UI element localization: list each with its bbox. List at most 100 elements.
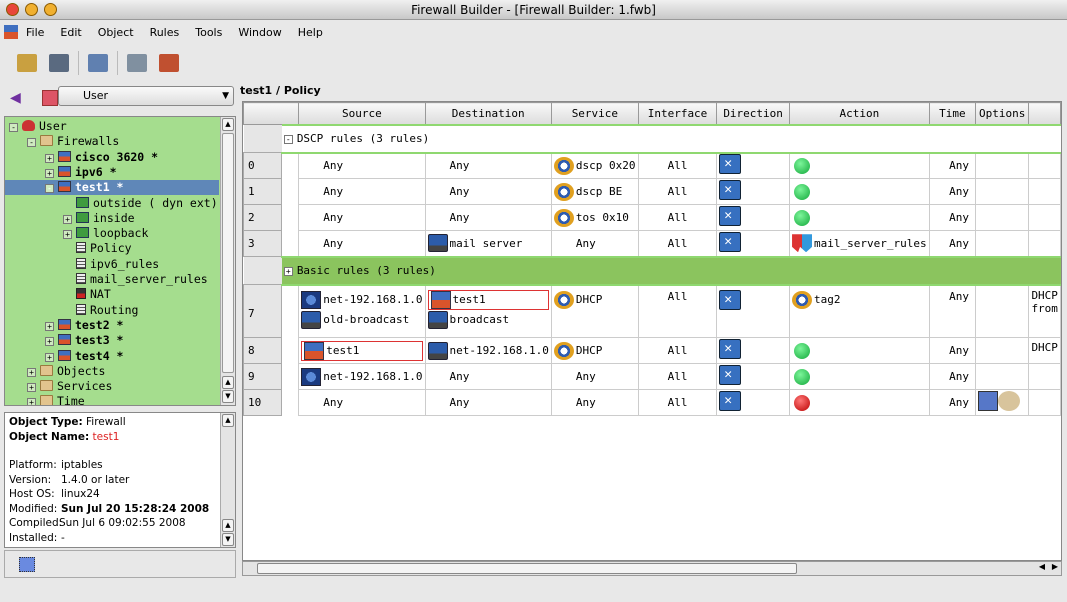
tree-item[interactable]: + Time [27, 394, 85, 405]
rule-group-header[interactable]: - DSCP rules (3 rules) [281, 123, 1061, 154]
options-cell[interactable] [975, 204, 1030, 231]
expand-icon[interactable]: + [27, 383, 36, 393]
rule-row[interactable]: 3Anymail serverAnyAllmail_server_rulesAn… [243, 230, 1061, 257]
comment-cell[interactable] [1028, 230, 1061, 257]
expand-icon[interactable]: + [63, 214, 72, 224]
action-cell[interactable] [789, 152, 930, 179]
interface-cell[interactable]: All [637, 152, 718, 179]
time-cell[interactable]: Any [928, 337, 977, 364]
tree-item[interactable]: ipv6_rules [63, 257, 159, 272]
expand-icon[interactable]: + [63, 230, 72, 240]
tree-item[interactable]: + test2 * [45, 318, 123, 333]
options-cell[interactable] [975, 178, 1030, 205]
rule-object[interactable]: Any [428, 182, 549, 202]
collapse-icon[interactable]: - [27, 138, 36, 148]
rule-row[interactable]: 2 Any Any tos 0x10 All Any [243, 204, 1061, 231]
rule-object[interactable]: test1 [427, 289, 549, 310]
tree-item[interactable]: - User [9, 119, 67, 134]
interface-cell[interactable]: All [637, 389, 718, 416]
rule-object[interactable]: tos 0x10 [553, 208, 636, 228]
rule-object[interactable]: net-192.168.1.0 [301, 367, 423, 387]
tree-item[interactable]: + test4 * [45, 349, 123, 364]
menu-window[interactable]: Window [230, 26, 289, 39]
horizontal-scrollbar[interactable]: ◀ ▶ [242, 561, 1062, 576]
rule-object[interactable]: Any [428, 367, 549, 387]
direction-cell[interactable] [716, 389, 791, 416]
tree-item[interactable]: + Objects [27, 364, 105, 379]
options-cell[interactable] [975, 284, 1030, 338]
rule-row[interactable]: 7 net-192.168.1.0 old-broadcast test1 broadc… [243, 284, 1061, 338]
save-button[interactable] [46, 50, 72, 76]
menu-tools[interactable]: Tools [187, 26, 230, 39]
rule-object[interactable]: DHCP [553, 341, 636, 361]
rule-object[interactable]: net-192.168.1.0 [301, 290, 423, 310]
time-cell[interactable]: Any [928, 389, 977, 416]
direction-cell[interactable] [716, 230, 791, 257]
close-button[interactable] [6, 3, 19, 16]
minimize-button[interactable] [25, 3, 38, 16]
comment-cell[interactable] [1028, 389, 1061, 416]
rule-object[interactable]: Any [301, 182, 422, 202]
rule-object[interactable]: Any [428, 393, 549, 413]
column-header-options[interactable]: Options [975, 102, 1030, 125]
destination-cell[interactable]: Any [424, 204, 552, 231]
column-header-destination[interactable]: Destination [424, 102, 552, 125]
tree-item[interactable]: Policy [63, 241, 132, 256]
comment-cell[interactable] [1028, 178, 1061, 205]
rule-object[interactable]: DHCP [553, 290, 636, 310]
service-cell[interactable]: Any [550, 230, 639, 257]
rule-object[interactable]: old-broadcast [301, 310, 422, 330]
rule-object[interactable]: Any [428, 156, 549, 176]
source-cell[interactable]: net-192.168.1.0 old-broadcast [298, 284, 426, 338]
source-cell[interactable]: Any [298, 389, 426, 416]
time-cell[interactable]: Any [928, 152, 977, 179]
rule-object[interactable]: Any [301, 393, 422, 413]
expand-icon[interactable]: + [27, 398, 36, 405]
rule-group-row[interactable]: + Basic rules (3 rules) [243, 255, 1061, 286]
scroll-thumb[interactable] [257, 563, 797, 574]
service-cell[interactable]: Any [550, 363, 639, 390]
time-cell[interactable]: Any [928, 230, 977, 257]
comment-cell[interactable] [1028, 204, 1061, 231]
service-cell[interactable]: Any [550, 389, 639, 416]
destination-cell[interactable]: Any [424, 389, 552, 416]
tree-item[interactable]: - test1 * [5, 180, 219, 196]
rule-object[interactable]: Any [554, 233, 636, 253]
info-toggle-button[interactable] [19, 557, 35, 572]
direction-cell[interactable] [716, 152, 791, 179]
interface-cell[interactable]: All [637, 363, 718, 390]
info-scrollbar[interactable]: ▲ ▲ ▼ [220, 413, 235, 547]
column-header-source[interactable]: Source [298, 102, 426, 125]
tree-item[interactable]: + ipv6 * [45, 165, 117, 180]
rule-object[interactable]: Any [554, 393, 636, 413]
options-cell[interactable] [975, 230, 1030, 257]
source-cell[interactable]: Any [298, 152, 426, 179]
tree-scrollbar[interactable]: ▲ ▲ ▼ [220, 117, 235, 405]
source-cell[interactable]: net-192.168.1.0 [298, 363, 426, 390]
time-cell[interactable]: Any [928, 178, 977, 205]
interface-cell[interactable]: All [637, 284, 718, 338]
rule-group-header[interactable]: + Basic rules (3 rules) [281, 255, 1061, 286]
source-cell[interactable]: test1 [298, 337, 426, 364]
options-cell[interactable] [975, 389, 1030, 416]
service-cell[interactable]: dscp 0x20 [550, 152, 639, 179]
rule-object[interactable]: dscp BE [553, 182, 636, 202]
rule-object[interactable]: mail server [427, 233, 549, 253]
action-cell[interactable] [789, 204, 930, 231]
time-cell[interactable]: Any [928, 204, 977, 231]
compile-button[interactable] [124, 50, 150, 76]
service-cell[interactable]: dscp BE [550, 178, 639, 205]
column-header-time[interactable]: Time [928, 102, 977, 125]
column-header-number[interactable] [243, 102, 300, 125]
expand-icon[interactable]: + [283, 267, 293, 276]
direction-cell[interactable] [716, 178, 791, 205]
install-button[interactable] [156, 50, 182, 76]
comment-cell[interactable] [1028, 363, 1061, 390]
column-header-service[interactable]: Service [550, 102, 639, 125]
rule-object[interactable]: Any [428, 208, 549, 228]
service-cell[interactable]: DHCP [550, 284, 639, 338]
tree-item[interactable]: + inside [63, 211, 135, 226]
interface-cell[interactable]: All [637, 178, 718, 205]
action-cell[interactable] [789, 363, 930, 390]
destination-cell[interactable]: test1 broadcast [424, 284, 552, 338]
